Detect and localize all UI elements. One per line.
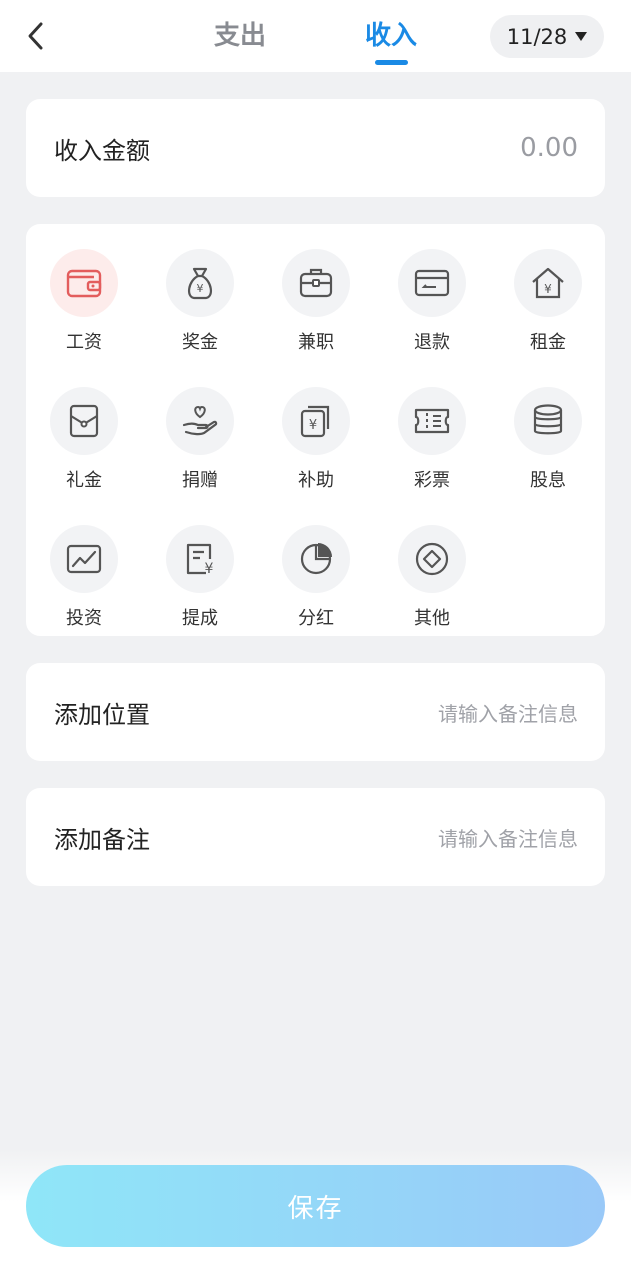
location-label: 添加位置 (54, 700, 150, 729)
save-button[interactable]: 保存 (26, 1165, 605, 1247)
svg-text:¥: ¥ (197, 282, 204, 295)
note-input[interactable]: 请输入备注信息 (438, 788, 578, 886)
category-subsidy[interactable]: ¥ 补助 (258, 362, 374, 491)
stacked-yen-icon: ¥ (300, 405, 330, 438)
house-yen-icon: ¥ (532, 267, 564, 299)
category-refund[interactable]: 退款 (374, 224, 490, 353)
amount-value[interactable]: 0.00 (520, 99, 578, 197)
active-tab-indicator (375, 60, 408, 65)
diamond-circle-icon (415, 542, 449, 576)
top-bar: 支出 收入 11/28 (0, 0, 631, 72)
wallet-icon (66, 269, 102, 298)
receipt-yen-icon: ¥ (186, 543, 214, 577)
note-row[interactable]: 添加备注 请输入备注信息 (26, 788, 605, 886)
tab-expense[interactable]: 支出 (204, 16, 276, 56)
chevron-left-icon (28, 22, 43, 50)
location-row[interactable]: 添加位置 请输入备注信息 (26, 663, 605, 761)
money-bag-icon: ¥ (188, 267, 212, 300)
category-parttime[interactable]: 兼职 (258, 224, 374, 353)
category-dividend-interest[interactable]: 股息 (490, 362, 606, 491)
note-label: 添加备注 (54, 825, 150, 854)
tab-income[interactable]: 收入 (355, 16, 427, 56)
card-refund-icon (414, 269, 450, 297)
category-commission[interactable]: ¥ 提成 (142, 500, 258, 629)
category-donation[interactable]: 捐赠 (142, 362, 258, 491)
svg-text:¥: ¥ (205, 561, 214, 577)
category-investment[interactable]: 投资 (26, 500, 142, 629)
amount-label: 收入金额 (54, 136, 150, 165)
trend-chart-icon (66, 544, 102, 574)
category-grid: 工资 ¥ 奖金 兼职 退款 ¥ 租金 礼金 捐赠 ¥ 补助 彩票 股息 投资 ¥… (26, 224, 605, 636)
category-gift-money[interactable]: 礼金 (26, 362, 142, 491)
triangle-down-icon (575, 32, 588, 41)
date-selector[interactable]: 11/28 (490, 15, 604, 58)
hand-heart-icon (182, 405, 218, 436)
back-button[interactable] (18, 18, 54, 54)
pie-chart-icon (300, 543, 332, 575)
ticket-icon (414, 408, 450, 434)
coin-stack-icon (533, 404, 563, 435)
envelope-icon (69, 404, 99, 438)
category-other[interactable]: 其他 (374, 500, 490, 629)
location-input[interactable]: 请输入备注信息 (438, 663, 578, 761)
svg-text:¥: ¥ (544, 282, 552, 296)
category-bonus[interactable]: ¥ 奖金 (142, 224, 258, 353)
briefcase-icon (299, 268, 333, 298)
category-salary[interactable]: 工资 (26, 224, 142, 353)
amount-card[interactable]: 收入金额 0.00 (26, 99, 605, 197)
date-label: 11/28 (506, 24, 568, 49)
category-bonus-share[interactable]: 分红 (258, 500, 374, 629)
svg-text:¥: ¥ (309, 418, 317, 433)
category-lottery[interactable]: 彩票 (374, 362, 490, 491)
category-rent[interactable]: ¥ 租金 (490, 224, 606, 353)
